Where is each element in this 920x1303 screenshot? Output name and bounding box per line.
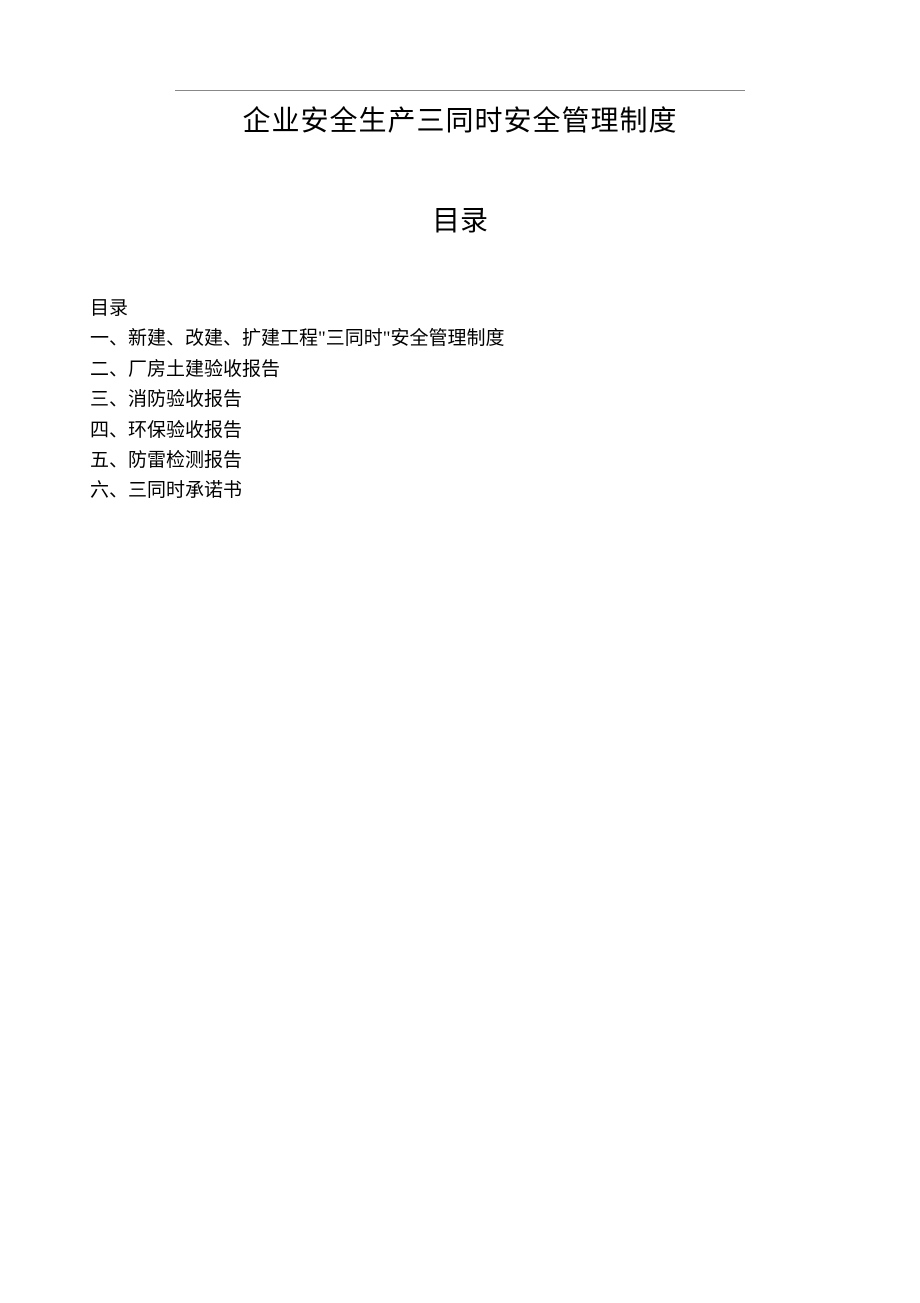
toc-item: 六、三同时承诺书	[90, 476, 830, 506]
document-title: 企业安全生产三同时安全管理制度	[90, 99, 830, 139]
toc-item: 四、环保验收报告	[90, 416, 830, 446]
toc-item: 五、防雷检测报告	[90, 446, 830, 476]
toc-item: 三、消防验收报告	[90, 385, 830, 415]
document-page: 企业安全生产三同时安全管理制度 目录 目录 一、新建、改建、扩建工程"三同时"安…	[0, 0, 920, 507]
toc-header-label: 目录	[90, 294, 830, 324]
toc-heading: 目录	[90, 199, 830, 239]
header-rule	[175, 90, 745, 91]
toc-item: 一、新建、改建、扩建工程"三同时"安全管理制度	[90, 324, 830, 354]
toc-item: 二、厂房土建验收报告	[90, 355, 830, 385]
table-of-contents: 目录 一、新建、改建、扩建工程"三同时"安全管理制度 二、厂房土建验收报告 三、…	[90, 294, 830, 507]
